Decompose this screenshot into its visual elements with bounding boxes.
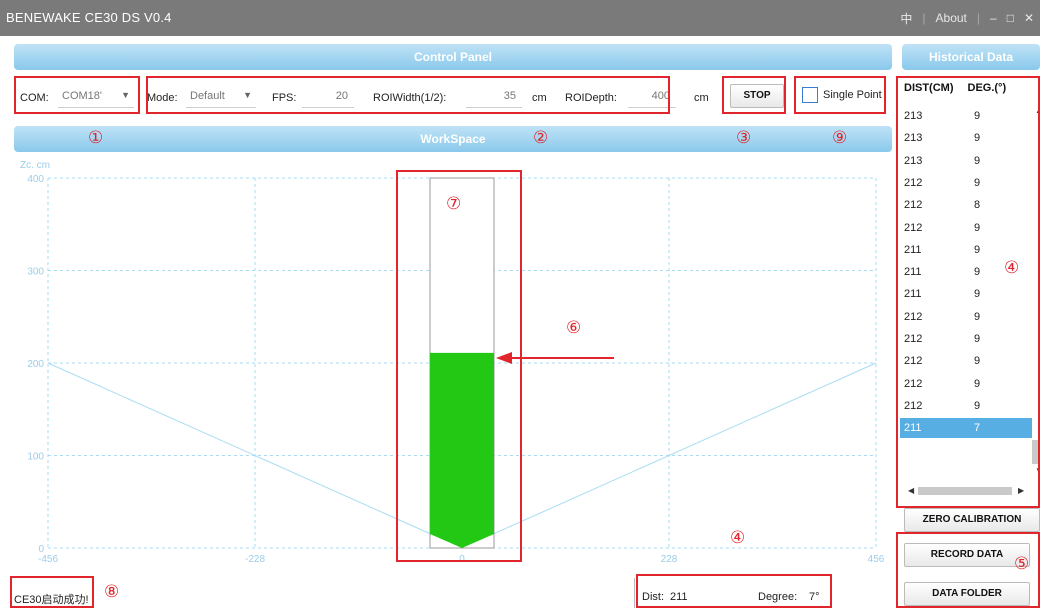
annotation-number-4-history: ④: [1004, 258, 1020, 278]
language-toggle-button[interactable]: 中: [900, 10, 912, 27]
app-window: BENEWAKE CE30 DS V0.4 中 | About | ‒ □ ✕ …: [0, 0, 1040, 608]
y-tick-label: 100: [27, 452, 44, 463]
annotation-number-8: ⑧: [104, 582, 120, 602]
workspace-header: WorkSpace: [14, 126, 892, 152]
annotation-box-status: [10, 576, 94, 608]
annotation-number-6: ⑥: [566, 318, 582, 338]
annotation-number-1: ①: [88, 128, 104, 148]
annotation-number-5: ⑤: [1014, 554, 1030, 574]
annotation-box-single-point: [794, 76, 886, 114]
annotation-number-9: ⑨: [832, 128, 848, 148]
x-tick-label: -456: [38, 554, 58, 565]
control-panel-header: Control Panel: [14, 44, 892, 70]
minimize-icon[interactable]: ‒: [990, 11, 997, 25]
y-tick-label: 200: [27, 359, 44, 370]
annotation-box-readout: [636, 574, 832, 608]
annotation-number-4-readout: ④: [730, 528, 746, 548]
annotation-number-3: ③: [736, 128, 752, 148]
annotation-arrow-icon: [496, 352, 614, 364]
maximize-icon[interactable]: □: [1007, 11, 1014, 25]
x-tick-label: 228: [661, 554, 678, 565]
y-axis-label: Zc. cm: [20, 160, 50, 171]
annotation-box-com: [14, 76, 140, 114]
title-bar: BENEWAKE CE30 DS V0.4 中 | About | ‒ □ ✕: [0, 0, 1040, 36]
status-divider: [634, 578, 635, 608]
annotation-box-history: [896, 76, 1040, 508]
separator: |: [922, 11, 926, 25]
annotation-box-settings: [146, 76, 670, 114]
annotation-box-stop: [722, 76, 786, 114]
separator: |: [976, 11, 980, 25]
roi-depth-unit: cm: [694, 92, 709, 104]
x-tick-label: -228: [245, 554, 265, 565]
annotation-number-2: ②: [533, 128, 549, 148]
window-controls: 中 | About | ‒ □ ✕: [900, 0, 1040, 36]
window-title: BENEWAKE CE30 DS V0.4: [6, 10, 172, 25]
zero-calibration-button[interactable]: ZERO CALIBRATION: [904, 508, 1040, 532]
close-icon[interactable]: ✕: [1024, 11, 1034, 25]
historical-data-header: Historical Data: [902, 44, 1040, 70]
x-tick-label: 456: [868, 554, 885, 565]
y-tick-label: 300: [27, 267, 44, 278]
y-tick-label: 400: [27, 174, 44, 185]
about-button[interactable]: About: [936, 11, 967, 25]
annotation-number-7: ⑦: [446, 194, 462, 214]
